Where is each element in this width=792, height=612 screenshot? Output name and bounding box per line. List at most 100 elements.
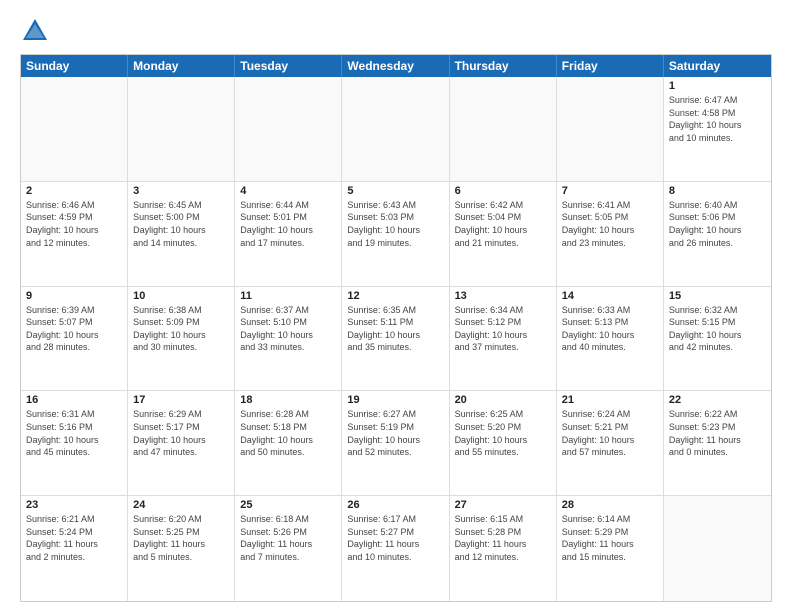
calendar-week: 23 Sunrise: 6:21 AM Sunset: 5:24 PM Dayli… — [21, 496, 771, 601]
calendar-header-cell: Friday — [557, 55, 664, 77]
day-info: Sunrise: 6:22 AM Sunset: 5:23 PM Dayligh… — [669, 408, 766, 458]
calendar-cell: 9 Sunrise: 6:39 AM Sunset: 5:07 PM Daylig… — [21, 287, 128, 391]
calendar-cell: 10 Sunrise: 6:38 AM Sunset: 5:09 PM Dayli… — [128, 287, 235, 391]
day-number: 17 — [133, 394, 229, 406]
calendar-cell: 27Sunrise: 6:15 AM Sunset: 5:28 PM Dayli… — [450, 496, 557, 601]
calendar-cell — [342, 77, 449, 181]
calendar-cell: 19 Sunrise: 6:27 AM Sunset: 5:19 PM Dayli… — [342, 391, 449, 495]
day-number: 3 — [133, 185, 229, 197]
calendar-cell: 14 Sunrise: 6:33 AM Sunset: 5:13 PM Dayli… — [557, 287, 664, 391]
calendar-cell — [235, 77, 342, 181]
day-number: 9 — [26, 290, 122, 302]
calendar-cell: 24 Sunrise: 6:20 AM Sunset: 5:25 PM Dayli… — [128, 496, 235, 601]
day-number: 28 — [562, 499, 658, 511]
day-number: 5 — [347, 185, 443, 197]
calendar-cell — [557, 77, 664, 181]
day-info: Sunrise: 6:38 AM Sunset: 5:09 PM Dayligh… — [133, 304, 229, 354]
day-info: Sunrise: 6:35 AM Sunset: 5:11 PM Dayligh… — [347, 304, 443, 354]
day-number: 12 — [347, 290, 443, 302]
day-info: Sunrise: 6:28 AM Sunset: 5:18 PM Dayligh… — [240, 408, 336, 458]
calendar-body: 1 Sunrise: 6:47 AM Sunset: 4:58 PM Daylig… — [21, 77, 771, 601]
day-number: 8 — [669, 185, 766, 197]
day-info: Sunrise: 6:15 AM Sunset: 5:28 PM Dayligh… — [455, 513, 551, 563]
calendar-cell: 15Sunrise: 6:32 AM Sunset: 5:15 PM Dayli… — [664, 287, 771, 391]
day-info: Sunrise: 6:39 AM Sunset: 5:07 PM Dayligh… — [26, 304, 122, 354]
day-info: Sunrise: 6:37 AM Sunset: 5:10 PM Dayligh… — [240, 304, 336, 354]
calendar-cell: 13 Sunrise: 6:34 AM Sunset: 5:12 PM Dayli… — [450, 287, 557, 391]
calendar-cell: 18Sunrise: 6:28 AM Sunset: 5:18 PM Dayli… — [235, 391, 342, 495]
calendar-cell — [21, 77, 128, 181]
calendar-cell: 22 Sunrise: 6:22 AM Sunset: 5:23 PM Dayli… — [664, 391, 771, 495]
day-number: 13 — [455, 290, 551, 302]
calendar-cell: 28 Sunrise: 6:14 AM Sunset: 5:29 PM Dayli… — [557, 496, 664, 601]
calendar-cell: 1 Sunrise: 6:47 AM Sunset: 4:58 PM Daylig… — [664, 77, 771, 181]
calendar-header-cell: Tuesday — [235, 55, 342, 77]
day-info: Sunrise: 6:34 AM Sunset: 5:12 PM Dayligh… — [455, 304, 551, 354]
day-number: 22 — [669, 394, 766, 406]
calendar-cell: 4 Sunrise: 6:44 AM Sunset: 5:01 PM Daylig… — [235, 182, 342, 286]
calendar: SundayMondayTuesdayWednesdayThursdayFrid… — [20, 54, 772, 602]
day-info: Sunrise: 6:14 AM Sunset: 5:29 PM Dayligh… — [562, 513, 658, 563]
day-info: Sunrise: 6:17 AM Sunset: 5:27 PM Dayligh… — [347, 513, 443, 563]
calendar-cell: 26 Sunrise: 6:17 AM Sunset: 5:27 PM Dayli… — [342, 496, 449, 601]
day-info: Sunrise: 6:47 AM Sunset: 4:58 PM Dayligh… — [669, 94, 766, 144]
day-number: 25 — [240, 499, 336, 511]
day-info: Sunrise: 6:33 AM Sunset: 5:13 PM Dayligh… — [562, 304, 658, 354]
calendar-cell — [664, 496, 771, 601]
calendar-cell: 17 Sunrise: 6:29 AM Sunset: 5:17 PM Dayli… — [128, 391, 235, 495]
calendar-cell: 6 Sunrise: 6:42 AM Sunset: 5:04 PM Daylig… — [450, 182, 557, 286]
day-info: Sunrise: 6:24 AM Sunset: 5:21 PM Dayligh… — [562, 408, 658, 458]
logo-icon — [20, 16, 50, 46]
day-info: Sunrise: 6:31 AM Sunset: 5:16 PM Dayligh… — [26, 408, 122, 458]
day-number: 2 — [26, 185, 122, 197]
calendar-header: SundayMondayTuesdayWednesdayThursdayFrid… — [21, 55, 771, 77]
calendar-cell: 20Sunrise: 6:25 AM Sunset: 5:20 PM Dayli… — [450, 391, 557, 495]
calendar-header-cell: Thursday — [450, 55, 557, 77]
day-number: 4 — [240, 185, 336, 197]
day-number: 11 — [240, 290, 336, 302]
calendar-cell: 16 Sunrise: 6:31 AM Sunset: 5:16 PM Dayli… — [21, 391, 128, 495]
day-number: 16 — [26, 394, 122, 406]
calendar-cell: 2Sunrise: 6:46 AM Sunset: 4:59 PM Daylig… — [21, 182, 128, 286]
day-number: 23 — [26, 499, 122, 511]
calendar-cell: 25Sunrise: 6:18 AM Sunset: 5:26 PM Dayli… — [235, 496, 342, 601]
day-info: Sunrise: 6:44 AM Sunset: 5:01 PM Dayligh… — [240, 199, 336, 249]
day-number: 24 — [133, 499, 229, 511]
page: SundayMondayTuesdayWednesdayThursdayFrid… — [0, 0, 792, 612]
calendar-cell: 21 Sunrise: 6:24 AM Sunset: 5:21 PM Dayli… — [557, 391, 664, 495]
calendar-cell: 3 Sunrise: 6:45 AM Sunset: 5:00 PM Daylig… — [128, 182, 235, 286]
calendar-cell: 5Sunrise: 6:43 AM Sunset: 5:03 PM Daylig… — [342, 182, 449, 286]
calendar-week: 2Sunrise: 6:46 AM Sunset: 4:59 PM Daylig… — [21, 182, 771, 287]
day-info: Sunrise: 6:27 AM Sunset: 5:19 PM Dayligh… — [347, 408, 443, 458]
day-info: Sunrise: 6:21 AM Sunset: 5:24 PM Dayligh… — [26, 513, 122, 563]
calendar-cell: 7Sunrise: 6:41 AM Sunset: 5:05 PM Daylig… — [557, 182, 664, 286]
page-header — [20, 16, 772, 46]
day-number: 21 — [562, 394, 658, 406]
day-number: 26 — [347, 499, 443, 511]
day-number: 6 — [455, 185, 551, 197]
day-number: 19 — [347, 394, 443, 406]
calendar-week: 1 Sunrise: 6:47 AM Sunset: 4:58 PM Daylig… — [21, 77, 771, 182]
day-info: Sunrise: 6:32 AM Sunset: 5:15 PM Dayligh… — [669, 304, 766, 354]
day-info: Sunrise: 6:41 AM Sunset: 5:05 PM Dayligh… — [562, 199, 658, 249]
calendar-week: 9 Sunrise: 6:39 AM Sunset: 5:07 PM Daylig… — [21, 287, 771, 392]
day-number: 10 — [133, 290, 229, 302]
calendar-cell — [128, 77, 235, 181]
day-number: 20 — [455, 394, 551, 406]
day-info: Sunrise: 6:20 AM Sunset: 5:25 PM Dayligh… — [133, 513, 229, 563]
day-info: Sunrise: 6:40 AM Sunset: 5:06 PM Dayligh… — [669, 199, 766, 249]
calendar-header-cell: Saturday — [664, 55, 771, 77]
day-number: 1 — [669, 80, 766, 92]
calendar-cell — [450, 77, 557, 181]
day-number: 14 — [562, 290, 658, 302]
calendar-header-cell: Monday — [128, 55, 235, 77]
day-info: Sunrise: 6:42 AM Sunset: 5:04 PM Dayligh… — [455, 199, 551, 249]
calendar-cell: 8 Sunrise: 6:40 AM Sunset: 5:06 PM Daylig… — [664, 182, 771, 286]
calendar-week: 16 Sunrise: 6:31 AM Sunset: 5:16 PM Dayli… — [21, 391, 771, 496]
logo — [20, 16, 54, 46]
calendar-header-cell: Wednesday — [342, 55, 449, 77]
day-info: Sunrise: 6:45 AM Sunset: 5:00 PM Dayligh… — [133, 199, 229, 249]
calendar-cell: 23 Sunrise: 6:21 AM Sunset: 5:24 PM Dayli… — [21, 496, 128, 601]
day-info: Sunrise: 6:29 AM Sunset: 5:17 PM Dayligh… — [133, 408, 229, 458]
calendar-cell: 12 Sunrise: 6:35 AM Sunset: 5:11 PM Dayli… — [342, 287, 449, 391]
